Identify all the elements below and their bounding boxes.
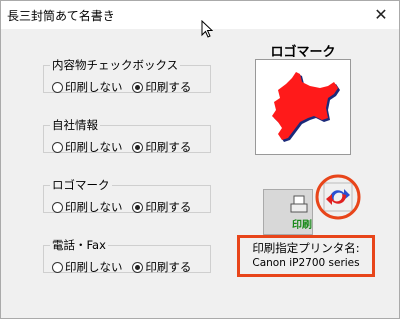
window-title: 長三封筒あて名書き (7, 9, 115, 23)
group-legend: ロゴマーク (52, 178, 110, 192)
radio-print[interactable]: 印刷する (132, 139, 191, 155)
dialog-window: 長三封筒あて名書き ✕ 内容物チェックボックス 印刷しない 印刷する 自社情報 … (0, 0, 400, 319)
group-logo-mark: ロゴマーク 印刷しない 印刷する (43, 178, 211, 215)
printer-label: 印刷指定プリンタ名: (252, 241, 360, 255)
group-company-info: 自社情報 印刷しない 印刷する (43, 118, 211, 155)
group-contents-checkbox: 内容物チェックボックス 印刷しない 印刷する (43, 58, 211, 95)
hokkaido-map-icon (272, 72, 340, 142)
printer-name: Canon iP2700 series (252, 257, 360, 269)
radio-no-print[interactable]: 印刷しない (52, 199, 123, 215)
logo-title: ロゴマーク (270, 45, 336, 60)
mouse-cursor-icon (201, 20, 213, 38)
print-button[interactable]: 印 刷 (263, 189, 313, 235)
group-legend: 自社情報 (52, 118, 98, 132)
print-glyph-2: 刷 (302, 218, 312, 231)
radio-circle-selected-icon (132, 141, 144, 153)
radio-circle-selected-icon (132, 261, 144, 273)
radio-print[interactable]: 印刷する (132, 259, 191, 275)
radio-circle-selected-icon (132, 81, 144, 93)
group-phone-fax: 電話・Fax 印刷しない 印刷する (43, 238, 211, 275)
group-legend: 電話・Fax (52, 238, 106, 252)
radio-print[interactable]: 印刷する (132, 79, 191, 95)
radio-circle-icon (52, 141, 63, 153)
title-bar: 長三封筒あて名書き ✕ (1, 1, 399, 29)
radio-no-print[interactable]: 印刷しない (52, 139, 123, 155)
printer-name-box: 印刷指定プリンタ名: Canon iP2700 series (237, 235, 375, 277)
radio-circle-icon (52, 81, 63, 93)
close-button[interactable]: ✕ (363, 1, 399, 29)
swap-printer-icon[interactable] (314, 173, 362, 221)
group-legend: 内容物チェックボックス (52, 58, 179, 72)
printer-icon: 印 刷 (290, 195, 312, 231)
radio-print[interactable]: 印刷する (132, 199, 191, 215)
radio-circle-icon (52, 201, 63, 213)
radio-circle-icon (52, 261, 63, 273)
radio-circle-selected-icon (132, 201, 144, 213)
print-glyph-1: 印 (292, 219, 302, 231)
radio-no-print[interactable]: 印刷しない (52, 259, 123, 275)
radio-no-print[interactable]: 印刷しない (52, 79, 123, 95)
logo-preview[interactable] (255, 59, 351, 155)
